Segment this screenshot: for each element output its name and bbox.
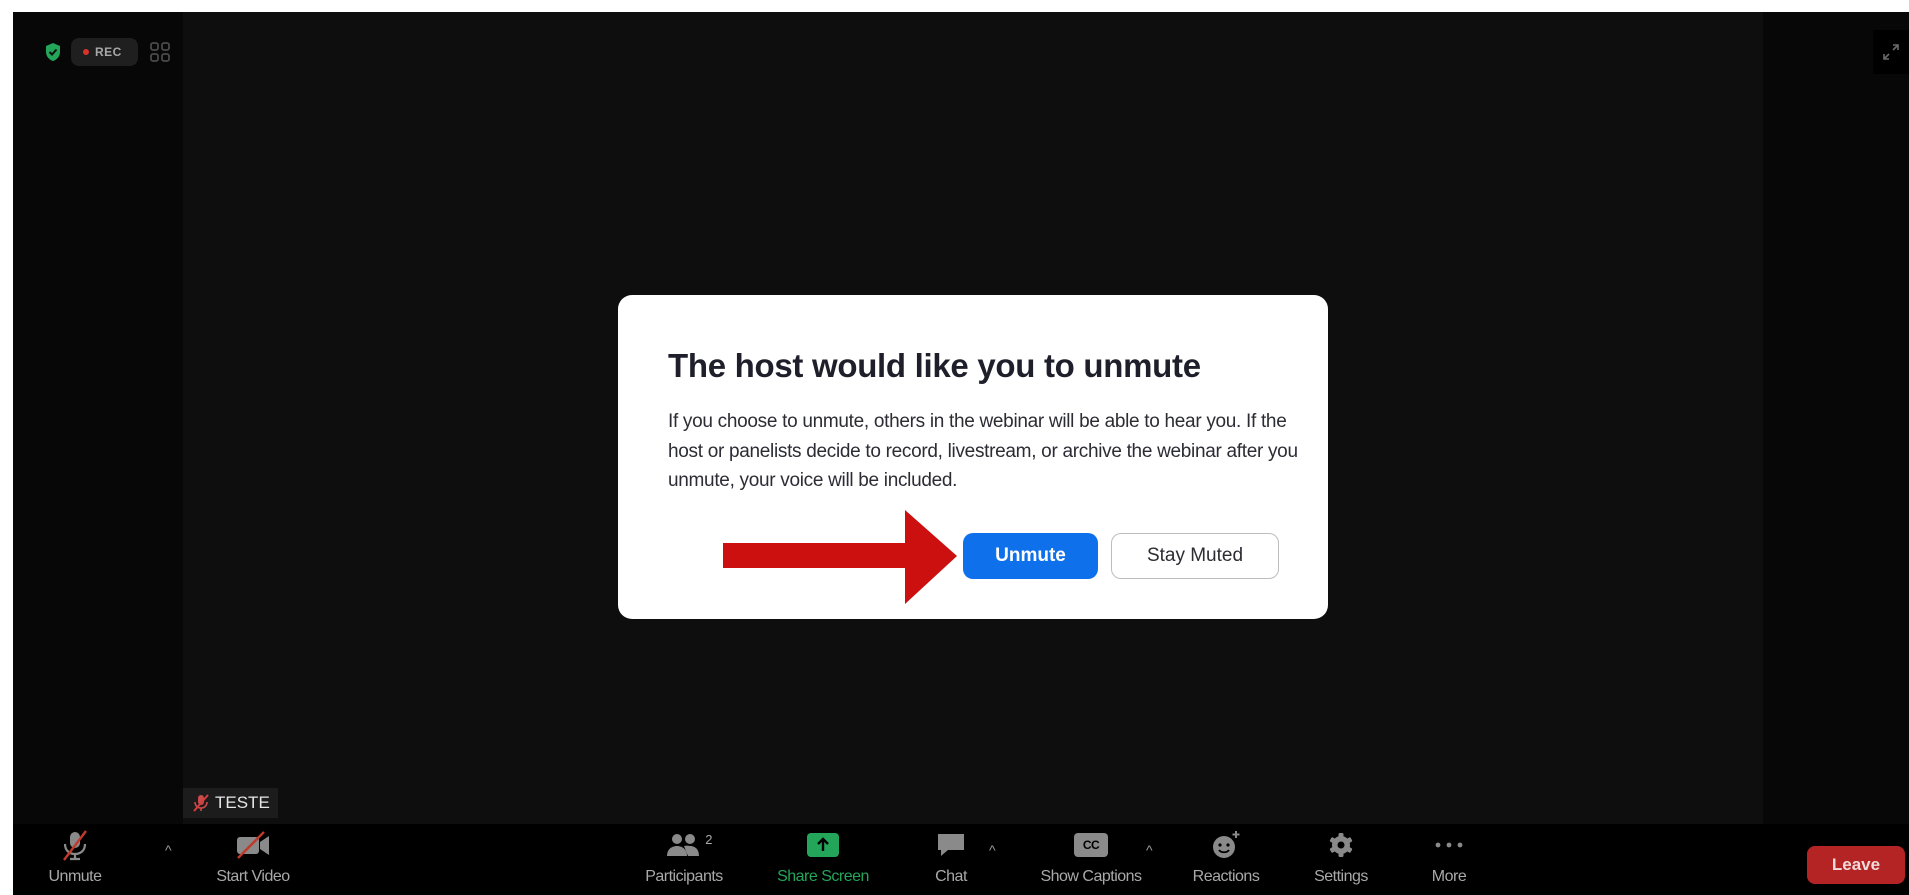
recording-label: REC xyxy=(95,45,122,59)
dialog-message: If you choose to unmute, others in the w… xyxy=(668,411,1298,491)
left-gallery-strip xyxy=(13,12,183,824)
view-layout-icon[interactable] xyxy=(146,38,174,66)
chat-button[interactable]: Chat xyxy=(916,824,986,895)
leave-button[interactable]: Leave xyxy=(1807,846,1905,884)
dialog-title: The host would like you to unmute xyxy=(668,347,1201,384)
show-captions-label: Show Captions xyxy=(1040,868,1142,885)
share-screen-button[interactable]: Share Screen xyxy=(753,824,893,895)
participant-name: TESTE xyxy=(215,793,270,812)
recording-indicator[interactable]: REC xyxy=(71,38,138,66)
muted-mic-icon xyxy=(63,830,87,861)
unmute-toolbar-button[interactable]: Unmute xyxy=(35,824,115,895)
start-video-button[interactable]: Start Video xyxy=(193,824,313,895)
video-off-icon xyxy=(237,831,269,859)
more-label: More xyxy=(1431,868,1467,885)
start-video-label: Start Video xyxy=(216,868,290,885)
settings-label: Settings xyxy=(1314,868,1368,885)
unmute-button[interactable]: Unmute xyxy=(963,533,1098,579)
share-screen-label: Share Screen xyxy=(777,868,869,885)
participants-icon xyxy=(667,834,699,856)
captions-options-chevron-up-icon[interactable]: ^ xyxy=(1146,842,1153,858)
unmute-toolbar-label: Unmute xyxy=(48,868,102,885)
reactions-button[interactable]: Reactions xyxy=(1176,824,1276,895)
more-button[interactable]: More xyxy=(1414,824,1484,895)
participants-button[interactable]: 2 Participants xyxy=(625,824,743,895)
chat-options-chevron-up-icon[interactable]: ^ xyxy=(989,842,996,858)
closed-captions-icon: CC xyxy=(1074,833,1108,857)
meeting-status-badges: REC xyxy=(43,38,174,66)
meeting-toolbar: Unmute ^ Start Video 2 Participants Shar… xyxy=(13,824,1909,895)
settings-button[interactable]: Settings xyxy=(1296,824,1386,895)
annotation-arrow-icon xyxy=(723,510,957,604)
muted-mic-icon xyxy=(193,794,209,812)
participants-label: Participants xyxy=(645,868,723,885)
fullscreen-button[interactable] xyxy=(1873,30,1909,74)
recording-dot-icon xyxy=(83,49,89,55)
participant-name-tag: TESTE xyxy=(183,788,278,818)
chat-label: Chat xyxy=(935,868,967,885)
participants-count-badge: 2 xyxy=(705,832,712,847)
reactions-smiley-icon xyxy=(1213,831,1240,858)
gear-icon xyxy=(1329,833,1353,857)
encryption-shield-icon[interactable] xyxy=(43,41,63,63)
audio-options-chevron-up-icon[interactable]: ^ xyxy=(165,842,172,858)
chat-bubble-icon xyxy=(938,834,964,856)
more-ellipsis-icon xyxy=(1435,842,1463,848)
stay-muted-button[interactable]: Stay Muted xyxy=(1111,533,1279,579)
right-gallery-strip xyxy=(1763,12,1909,824)
show-captions-button[interactable]: CC Show Captions xyxy=(1021,824,1161,895)
expand-icon xyxy=(1883,44,1899,60)
share-screen-icon xyxy=(807,833,839,857)
reactions-label: Reactions xyxy=(1192,868,1260,885)
